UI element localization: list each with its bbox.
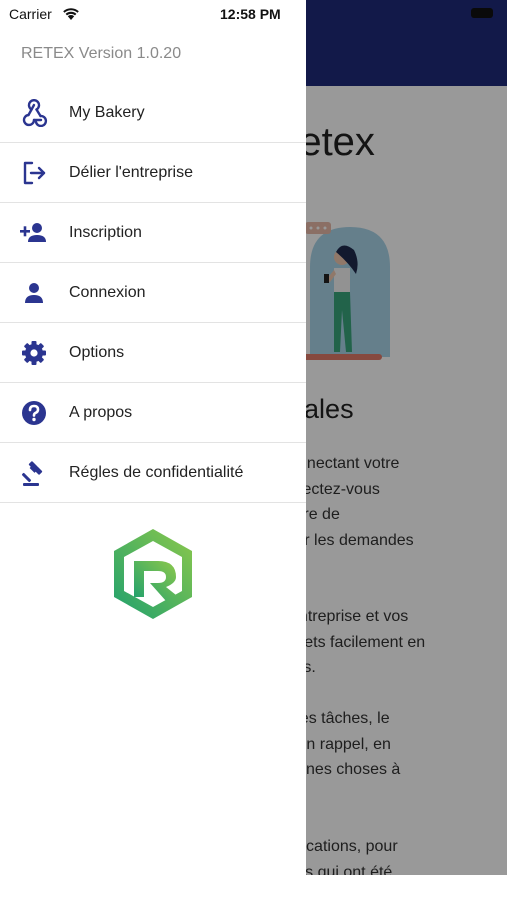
menu-item-label: Connexion [69, 284, 146, 301]
navigation-drawer: Carrier 12:58 PM RETEX Version 1.0.20 My [0, 0, 306, 900]
wifi-icon [63, 8, 79, 20]
menu-item-privacy-rules[interactable]: Régles de confidentialité [0, 443, 306, 503]
menu-item-register[interactable]: Inscription [0, 203, 306, 263]
gear-icon [22, 341, 46, 365]
webhook-icon [22, 99, 48, 127]
person-icon [25, 283, 43, 303]
menu-item-label: Régles de confidentialité [69, 464, 244, 481]
menu-item-label: Options [69, 344, 125, 361]
menu-item-label: Inscription [69, 224, 142, 241]
drawer-menu: My Bakery Délier l'entreprise Inscriptio… [0, 83, 306, 503]
carrier-label: Carrier [9, 6, 52, 22]
logout-icon [23, 161, 46, 185]
menu-item-options[interactable]: Options [0, 323, 306, 383]
menu-item-label: Délier l'entreprise [69, 164, 193, 181]
retex-logo [114, 529, 192, 619]
person-add-icon [20, 223, 46, 242]
clock: 12:58 PM [220, 6, 281, 22]
menu-item-about[interactable]: A propos [0, 383, 306, 443]
menu-item-label: A propos [69, 404, 133, 421]
menu-item-my-bakery[interactable]: My Bakery [0, 83, 306, 143]
menu-item-label: My Bakery [69, 104, 145, 121]
gavel-icon [21, 461, 43, 486]
status-bar: Carrier 12:58 PM [0, 0, 306, 28]
menu-item-unlink-company[interactable]: Délier l'entreprise [0, 143, 306, 203]
help-circle-icon [22, 401, 46, 425]
menu-item-login[interactable]: Connexion [0, 263, 306, 323]
app-version: RETEX Version 1.0.20 [21, 45, 182, 62]
